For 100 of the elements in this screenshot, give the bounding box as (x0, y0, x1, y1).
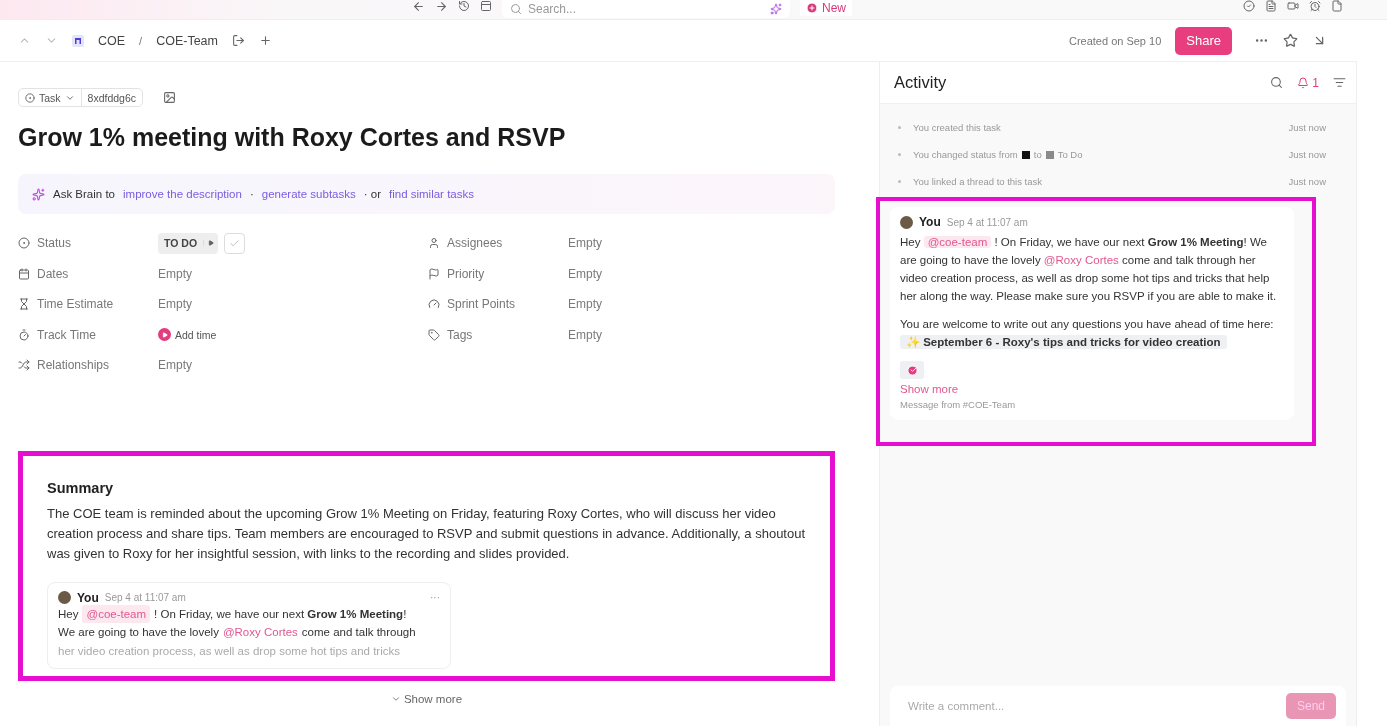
brain-link[interactable]: generate subtasks (261, 188, 356, 200)
notification-count[interactable]: 1 (1297, 75, 1319, 90)
task-title: Grow 1% meeting with Roxy Cortes and RSVP (18, 123, 567, 152)
file-icon[interactable] (1331, 0, 1343, 12)
field-label: Time Estimate (37, 297, 114, 312)
field-label: Tags (447, 327, 473, 342)
message-line: We are going to have the lovely @Roxy Cortes come and talk through (58, 623, 440, 642)
show-more-button[interactable]: Show more (390, 692, 463, 705)
message-time: Sep 4 at 11:07 am (104, 592, 186, 603)
field-value[interactable]: Empty (158, 266, 192, 281)
search-icon[interactable] (1270, 76, 1284, 89)
star-icon[interactable] (1283, 33, 1298, 48)
breadcrumb-separator: / (139, 34, 143, 47)
message-line: Hey @coe-team ! On Friday, we have our next Grow 1% Meeting! (58, 604, 440, 623)
gauge-icon (428, 298, 440, 311)
author-name: You (77, 590, 99, 605)
tag-icon (428, 328, 440, 341)
field-label: Relationships (37, 358, 110, 373)
activity-text: You created this task (913, 122, 1001, 133)
author-name: You (919, 215, 941, 229)
message-line: her video creation process, as well as drop some hot tips and tricks (58, 643, 401, 659)
field-label: Dates (37, 266, 69, 281)
field-label: Sprint Points (447, 297, 516, 312)
plus-icon[interactable] (259, 34, 272, 47)
history-icon[interactable] (458, 0, 470, 12)
sparkle-icon[interactable] (770, 3, 782, 15)
mention-link[interactable]: @Roxy Cortes (222, 623, 298, 642)
hourglass-icon (18, 298, 30, 311)
created-date: Created on Sep 10 (1068, 34, 1162, 47)
mention-link[interactable]: @coe-team (82, 604, 151, 623)
task-type-chip[interactable]: Task 8xdfddg6c (18, 88, 144, 107)
check-icon (229, 237, 241, 249)
breadcrumb-link[interactable]: COE (98, 33, 126, 48)
brain-link[interactable]: improve the description (123, 188, 242, 200)
link-separator: · or (363, 188, 381, 200)
activity-text: You changed status from (913, 149, 1018, 160)
field-value[interactable]: Empty (158, 297, 192, 312)
panel-icon[interactable] (480, 0, 492, 12)
avatar (900, 215, 913, 229)
show-more-link[interactable]: Show more (900, 383, 1284, 395)
complete-checkbox[interactable] (224, 232, 246, 254)
share-button[interactable]: Share (1175, 26, 1232, 55)
arrows-icon (18, 359, 30, 372)
document-icon[interactable] (1265, 0, 1277, 12)
avatar (58, 591, 71, 604)
summary-text: The COE team is reminded about the upcoming Grow 1% Meeting on Friday, featuring Roxy Cortes, who will discuss her video creation process and share tips. Team members are encouraged to RSVP and submit questions in advance. Additionally, a shoutout was given to Roxy for her insightful session, with links to the recording and slides provided. (47, 504, 807, 563)
activity-time: Just now (1288, 122, 1326, 133)
brain-link[interactable]: find similar tasks (389, 188, 474, 200)
exit-icon[interactable] (232, 34, 245, 47)
status-button[interactable]: TO DO (158, 232, 219, 254)
new-button[interactable]: New (800, 0, 852, 16)
activity-text: You linked a thread to this task (913, 176, 1043, 187)
search-field[interactable]: Search... (502, 0, 790, 18)
check-circle-icon[interactable] (1243, 0, 1255, 12)
breadcrumb-link[interactable]: COE-Team (156, 33, 218, 48)
field-value[interactable]: Empty (568, 327, 602, 342)
summary-title: Summary (47, 479, 115, 496)
forward-arrow-icon[interactable] (435, 0, 448, 13)
message-source: Message from #COE-Team (900, 399, 1017, 410)
link-separator: · (249, 188, 254, 200)
space-icon (72, 34, 84, 47)
play-icon (158, 328, 171, 342)
image-icon[interactable] (163, 91, 177, 104)
field-label: Track Time (37, 327, 96, 342)
video-icon[interactable] (1287, 0, 1299, 12)
sparkle-icon (32, 187, 45, 201)
field-value[interactable]: Empty (568, 297, 602, 312)
message-paragraph: You are welcome to write out any questions you have ahead of time here: ✨ September 6 - Roxy's tips and tricks for video creation (900, 317, 1275, 351)
status-label: To Do (1057, 149, 1083, 160)
brain-prompt: Ask Brain to (53, 188, 115, 200)
search-icon (510, 3, 522, 15)
mention-link[interactable]: @Roxy Cortes (1043, 254, 1119, 266)
doc-link[interactable]: ✨ September 6 - Roxy's tips and tricks for video creation (900, 335, 1227, 349)
field-value[interactable]: Empty (568, 266, 602, 281)
timer-icon (18, 328, 30, 341)
target-icon (18, 237, 30, 250)
activity-time: Just now (1288, 149, 1326, 160)
plus-icon (806, 2, 818, 14)
field-label: Priority (447, 266, 485, 281)
more-button[interactable]: ··· (430, 592, 440, 603)
field-label: Status (37, 236, 72, 251)
calendar-icon (18, 267, 30, 280)
field-value[interactable]: Empty (158, 358, 192, 373)
activity-title: Activity (894, 73, 948, 92)
field-value[interactable]: Empty (568, 236, 602, 251)
field-label: Assignees (447, 236, 503, 251)
filter-icon[interactable] (1333, 76, 1346, 89)
message-paragraph: Hey @coe-team ! On Friday, we have our next Grow 1% Meeting! We are going to have the lovely @Roxy Cortes come and talk through her video creation process, as well as drop some hot tips and tricks that help her along the way. Please make sure you RSVP if you are able to make it. (900, 235, 1278, 304)
mention-link[interactable]: @coe-team (923, 236, 992, 248)
add-time-button[interactable]: Add time (158, 328, 217, 342)
flag-icon (428, 267, 440, 280)
alarm-icon[interactable] (1309, 0, 1321, 12)
message-time: Sep 4 at 11:07 am (946, 216, 1028, 228)
play-icon (208, 240, 215, 247)
check-badge-icon (900, 361, 924, 379)
activity-time: Just now (1288, 176, 1326, 187)
person-icon (428, 237, 440, 250)
back-arrow-icon[interactable] (412, 0, 425, 13)
activity-text: to (1033, 149, 1042, 160)
target-icon (25, 92, 35, 103)
